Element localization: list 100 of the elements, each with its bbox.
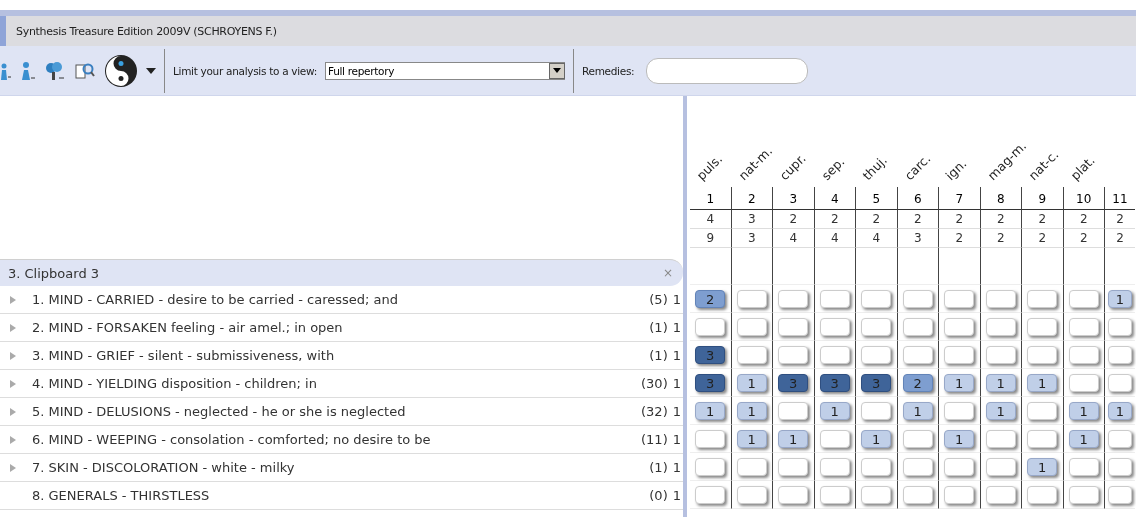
grade-cell[interactable] [1068,485,1099,504]
remedies-field[interactable] [646,57,809,84]
grade-cell[interactable] [985,457,1016,476]
grade-cell[interactable] [985,429,1016,448]
grade-cell[interactable] [1108,457,1132,476]
grade-cell[interactable]: 1 [736,401,767,420]
grade-cell[interactable] [1027,429,1058,448]
grade-cell[interactable] [736,289,767,308]
caret-icon[interactable] [552,68,561,73]
remedy-name[interactable]: ign. [942,155,970,183]
grade-cell[interactable] [1068,373,1099,392]
view-dropdown[interactable]: Full repertory [324,61,565,80]
grade-cell[interactable] [902,429,933,448]
rubric-text[interactable]: 3. MIND - GRIEF - silent - submissiveness, with [32,348,650,363]
grade-cell[interactable] [819,345,850,364]
grade-cell[interactable] [1068,457,1099,476]
grade-cell[interactable] [778,401,809,420]
grade-cell[interactable] [985,289,1016,308]
grade-cell[interactable] [861,401,892,420]
caret-icon[interactable] [146,66,156,75]
grade-cell[interactable]: 1 [1068,401,1099,420]
rubric-text[interactable]: 8. GENERALS - THIRSTLESS [32,488,650,503]
grade-cell[interactable] [985,345,1016,364]
rubric-text[interactable]: 5. MIND - DELUSIONS - neglected - he or she is neglected [32,404,642,419]
grade-cell[interactable] [1108,429,1132,448]
grade-cell[interactable] [1027,317,1058,336]
rubric-text[interactable]: 2. MIND - FORSAKEN feeling - air amel.; in open [32,320,650,335]
grade-cell[interactable]: 1 [736,373,767,392]
grade-cell[interactable]: 1 [736,429,767,448]
rubric-text[interactable]: 7. SKIN - DISCOLORATION - white - milky [32,460,650,475]
grade-cell[interactable]: 1 [1027,457,1058,476]
grade-cell[interactable] [1027,485,1058,504]
grade-cell[interactable] [1108,345,1132,364]
grade-cell[interactable] [1068,345,1099,364]
grade-cell[interactable]: 1 [1068,429,1099,448]
grade-cell[interactable] [944,289,975,308]
grade-cell[interactable] [819,457,850,476]
clipboard-header[interactable]: 3. Clipboard 3 × [0,259,683,286]
grade-cell[interactable] [819,317,850,336]
grade-cell[interactable] [778,289,809,308]
grade-cell[interactable]: 2 [902,373,933,392]
yin-yang-icon[interactable] [104,53,138,88]
grade-cell[interactable] [944,457,975,476]
rubric-text[interactable]: 4. MIND - YIELDING disposition - children; in [32,376,642,391]
grade-cell[interactable] [778,457,809,476]
grade-cell[interactable] [902,345,933,364]
grade-cell[interactable] [695,429,726,448]
tree-icon[interactable] [44,59,66,82]
grade-cell[interactable] [778,485,809,504]
grade-cell[interactable] [695,485,726,504]
grade-cell[interactable] [944,485,975,504]
grade-cell[interactable]: 1 [695,401,726,420]
grade-cell[interactable] [944,345,975,364]
person-icon[interactable] [20,59,36,82]
grade-cell[interactable] [985,485,1016,504]
grade-cell[interactable] [1108,373,1132,392]
grade-cell[interactable] [1108,317,1132,336]
grade-cell[interactable]: 1 [944,429,975,448]
grade-cell[interactable] [1027,289,1058,308]
grade-cell[interactable] [902,457,933,476]
grade-cell[interactable]: 1 [1108,289,1132,308]
grade-cell[interactable] [1068,317,1099,336]
grade-cell[interactable] [902,317,933,336]
grade-cell[interactable] [1068,289,1099,308]
grade-cell[interactable] [819,289,850,308]
grade-cell[interactable]: 1 [944,373,975,392]
grade-cell[interactable] [902,485,933,504]
grade-cell[interactable] [902,289,933,308]
grade-cell[interactable]: 1 [902,401,933,420]
grade-cell[interactable] [861,317,892,336]
grade-cell[interactable] [1108,485,1132,504]
grade-cell[interactable] [695,457,726,476]
grade-cell[interactable] [736,345,767,364]
rubric-row[interactable]: 8. GENERALS - THIRSTLESS (0) 1 [0,482,683,510]
grade-cell[interactable]: 1 [1027,373,1058,392]
grade-cell[interactable] [819,485,850,504]
grade-cell[interactable] [778,317,809,336]
grade-cell[interactable]: 1 [1108,401,1132,420]
grade-cell[interactable] [736,317,767,336]
rubric-text[interactable]: 1. MIND - CARRIED - desire to be carried - caressed; and [32,292,650,307]
grade-cell[interactable]: 1 [985,373,1016,392]
grade-cell[interactable]: 1 [819,401,850,420]
grade-cell[interactable] [736,485,767,504]
grade-cell[interactable] [861,457,892,476]
grade-cell[interactable] [861,345,892,364]
grade-cell[interactable]: 1 [861,429,892,448]
grade-cell[interactable] [778,345,809,364]
grade-cell[interactable] [695,317,726,336]
grade-cell[interactable] [985,317,1016,336]
grade-cell[interactable] [944,401,975,420]
rubric-text[interactable]: 6. MIND - WEEPING - consolation - comforted; no desire to be [32,432,642,447]
grade-cell[interactable] [944,317,975,336]
grade-cell[interactable] [861,289,892,308]
grade-cell[interactable] [819,429,850,448]
grade-cell[interactable]: 1 [985,401,1016,420]
grade-cell[interactable] [1027,345,1058,364]
grade-cell[interactable]: 1 [778,429,809,448]
grade-cell[interactable] [861,485,892,504]
grade-cell[interactable] [1027,401,1058,420]
remedy-name[interactable]: sep. [817,153,847,183]
